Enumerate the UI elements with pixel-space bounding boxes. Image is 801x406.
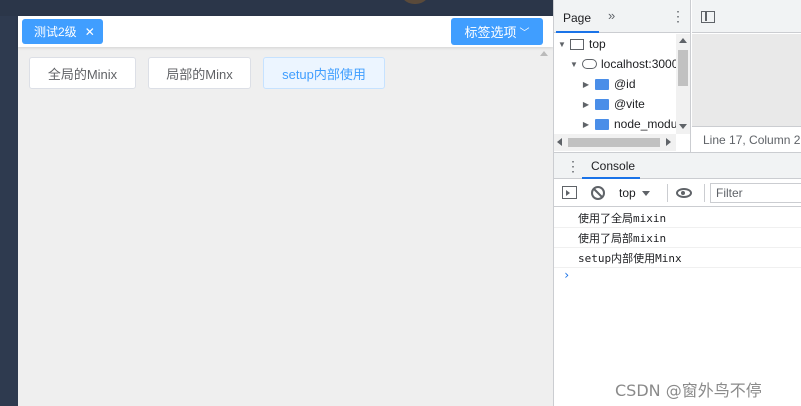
folder-icon <box>595 78 609 90</box>
kebab-menu-icon[interactable]: ⋮ <box>566 158 580 175</box>
tags-options-label: 标签选项 <box>464 25 517 40</box>
file-tree: ▼ top ▼ localhost:3000 ▶ @id ▶ @vite ▶ n… <box>554 34 676 134</box>
console-toolbar: top <box>554 179 801 207</box>
expand-down-icon[interactable]: ▼ <box>568 60 580 69</box>
kebab-menu-icon[interactable]: ⋮ <box>671 8 685 25</box>
expand-right-icon[interactable]: ▶ <box>580 100 592 109</box>
tag-label: 测试2级 <box>34 25 77 39</box>
vertical-scrollbar[interactable] <box>676 34 690 134</box>
console-prompt-icon[interactable]: › <box>563 268 570 282</box>
tree-item-label: @vite <box>614 97 645 111</box>
tags-bar: 测试2级 ✕ 标签选项 ﹀ <box>18 16 553 47</box>
horizontal-scrollbar[interactable] <box>554 134 676 151</box>
console-log: 使用了全局mixin 使用了局部mixin setup内部使用Minx › <box>554 208 801 282</box>
watermark: CSDN @窗外鸟不停 <box>615 381 762 400</box>
tree-item-localhost[interactable]: ▼ localhost:3000 <box>568 54 676 74</box>
tree-item-top[interactable]: ▼ top <box>556 34 606 54</box>
drawer-tabs: ⋮ Console <box>554 152 801 179</box>
tree-item-label: localhost:3000 <box>601 57 676 71</box>
navigator-pane: Page » ⋮ ▼ top ▼ localhost:3000 ▶ @id ▶ … <box>554 0 691 152</box>
app-main: 测试2级 ✕ 标签选项 ﹀ 全局的Minix 局部的Minx setup内部使用 <box>18 16 553 406</box>
close-icon[interactable]: ✕ <box>85 25 95 39</box>
tree-item-label: top <box>589 37 606 51</box>
more-tabs-icon[interactable]: » <box>608 8 615 23</box>
tree-item-label: node_modules <box>614 117 676 131</box>
chevron-down-icon: ﹀ <box>519 28 530 39</box>
avatar[interactable] <box>400 0 430 4</box>
scroll-right-icon[interactable] <box>666 138 671 146</box>
tag-active[interactable]: 测试2级 ✕ <box>22 19 103 44</box>
tree-item-vite[interactable]: ▶ @vite <box>580 94 645 114</box>
log-message: setup内部使用Minx <box>554 248 801 268</box>
scrollbar-thumb[interactable] <box>568 138 660 147</box>
tree-item-node-modules[interactable]: ▶ node_modules <box>580 114 676 134</box>
scrollbar-thumb[interactable] <box>678 50 688 86</box>
scroll-up-icon[interactable] <box>679 38 687 43</box>
dropdown-arrow-icon <box>641 190 650 196</box>
expand-right-icon[interactable]: ▶ <box>580 80 592 89</box>
cursor-position: Line 17, Column 29 <box>692 126 801 152</box>
editor-header <box>692 0 801 33</box>
toolbar-divider <box>704 184 705 202</box>
folder-icon <box>595 98 609 110</box>
local-mixin-button[interactable]: 局部的Minx <box>148 57 251 89</box>
eye-icon[interactable] <box>676 188 692 198</box>
toolbar-divider <box>667 184 668 202</box>
log-message: 使用了局部mixin <box>554 228 801 248</box>
scroll-up-icon[interactable] <box>540 51 548 56</box>
tab-page[interactable]: Page <box>563 11 591 25</box>
tree-item-id[interactable]: ▶ @id <box>580 74 636 94</box>
show-sidebar-icon[interactable] <box>562 186 577 199</box>
setup-mixin-button[interactable]: setup内部使用 <box>263 57 385 89</box>
tree-item-label: @id <box>614 77 636 91</box>
scroll-down-icon[interactable] <box>679 124 687 129</box>
editor-body[interactable] <box>692 34 801 126</box>
editor-pane: Line 17, Column 29 <box>692 0 801 152</box>
clear-console-icon[interactable] <box>591 186 605 200</box>
tags-options-button[interactable]: 标签选项 ﹀ <box>451 18 543 45</box>
tab-console[interactable]: Console <box>591 159 635 173</box>
global-mixin-button[interactable]: 全局的Minix <box>29 57 136 89</box>
frame-icon <box>570 38 584 50</box>
devtools-panel: Page » ⋮ ▼ top ▼ localhost:3000 ▶ @id ▶ … <box>553 0 801 406</box>
toggle-navigator-icon[interactable] <box>701 11 715 23</box>
sources-panel: Page » ⋮ ▼ top ▼ localhost:3000 ▶ @id ▶ … <box>554 0 801 152</box>
app-topbar <box>0 0 553 16</box>
expand-right-icon[interactable]: ▶ <box>580 120 592 129</box>
tab-underline <box>556 31 599 33</box>
context-selector[interactable]: top <box>619 184 650 202</box>
scroll-left-icon[interactable] <box>557 138 562 146</box>
app-sidebar <box>0 0 18 406</box>
cloud-icon <box>582 59 597 69</box>
context-label: top <box>619 186 636 200</box>
filter-input[interactable] <box>710 183 801 203</box>
navigator-tabs: Page » ⋮ <box>554 0 690 33</box>
log-message: 使用了全局mixin <box>554 208 801 228</box>
folder-icon <box>595 118 609 130</box>
expand-down-icon[interactable]: ▼ <box>556 40 568 49</box>
